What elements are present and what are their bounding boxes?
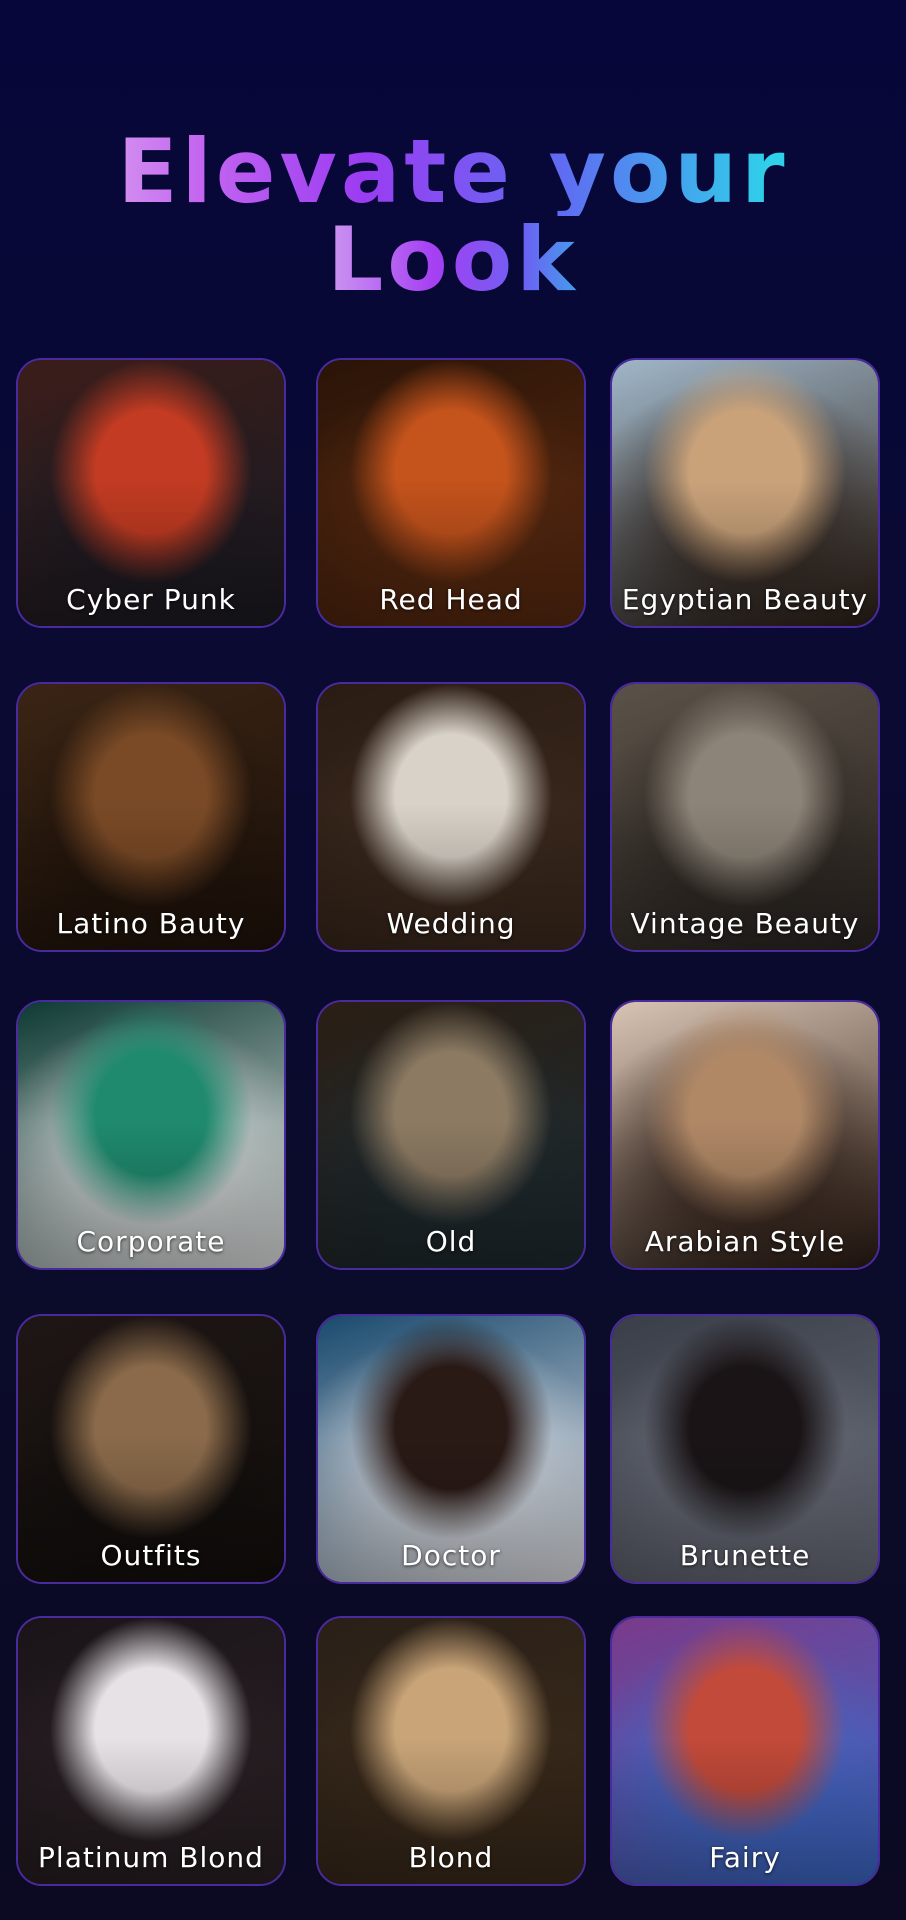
- style-card-label: Brunette: [679, 1539, 811, 1572]
- style-card[interactable]: Latino Bauty: [16, 682, 286, 952]
- style-card-label: Egyptian Beauty: [621, 583, 869, 616]
- style-card-label: Platinum Blond: [38, 1841, 264, 1874]
- style-card[interactable]: Vintage Beauty: [610, 682, 880, 952]
- page-title: Elevate your Look: [0, 128, 906, 304]
- style-card[interactable]: Corporate: [16, 1000, 286, 1270]
- style-card-label: Cyber Punk: [66, 583, 236, 616]
- style-card-label: Doctor: [401, 1539, 501, 1572]
- style-card[interactable]: Cyber Punk: [16, 358, 286, 628]
- style-card[interactable]: Old: [316, 1000, 586, 1270]
- style-card[interactable]: Red Head: [316, 358, 586, 628]
- style-card[interactable]: Fairy: [610, 1616, 880, 1886]
- style-card[interactable]: Blond: [316, 1616, 586, 1886]
- style-card[interactable]: Arabian Style: [610, 1000, 880, 1270]
- style-card-label: Fairy: [709, 1841, 781, 1874]
- style-card-label: Wedding: [386, 907, 516, 940]
- style-card[interactable]: Doctor: [316, 1314, 586, 1584]
- style-card[interactable]: Egyptian Beauty: [610, 358, 880, 628]
- style-card-label: Corporate: [76, 1225, 226, 1258]
- style-card-label: Blond: [408, 1841, 494, 1874]
- style-card-label: Latino Bauty: [56, 907, 246, 940]
- style-card-label: Vintage Beauty: [630, 907, 860, 940]
- style-card[interactable]: Wedding: [316, 682, 586, 952]
- title-line-1: Elevate your: [0, 128, 906, 216]
- title-line-2: Look: [0, 216, 906, 304]
- style-card-label: Outfits: [100, 1539, 202, 1572]
- style-card-label: Arabian Style: [644, 1225, 846, 1258]
- style-card[interactable]: Outfits: [16, 1314, 286, 1584]
- style-card[interactable]: Platinum Blond: [16, 1616, 286, 1886]
- style-card-label: Old: [425, 1225, 477, 1258]
- style-card[interactable]: Brunette: [610, 1314, 880, 1584]
- style-card-label: Red Head: [379, 583, 523, 616]
